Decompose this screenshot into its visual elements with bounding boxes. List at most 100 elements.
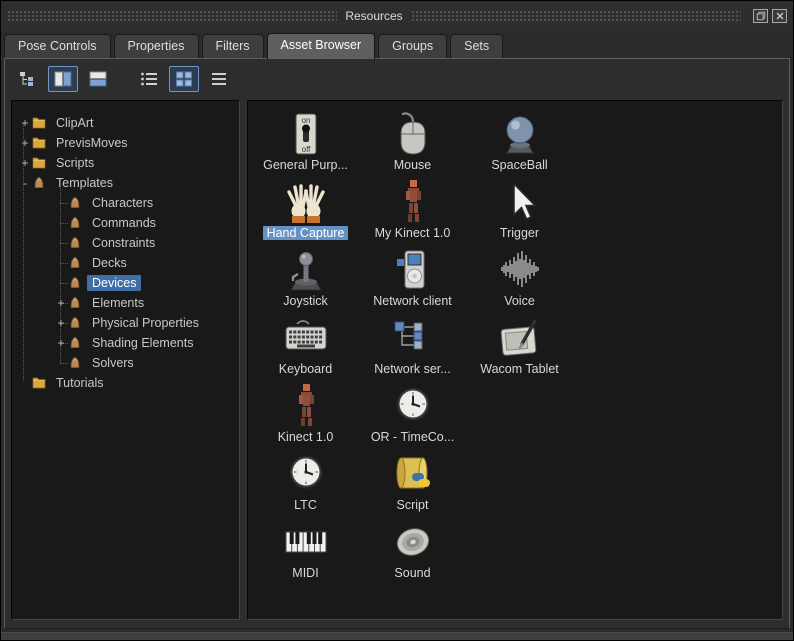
expand-icon[interactable]: + [18, 156, 32, 170]
asset-trigger[interactable]: Trigger [466, 177, 573, 245]
tab-pose-controls[interactable]: Pose Controls [4, 34, 111, 58]
expand-icon[interactable]: + [54, 336, 68, 350]
switch-icon: on off [283, 109, 329, 157]
asset-midi[interactable]: MIDI [252, 517, 359, 585]
asset-label: Network ser... [374, 362, 451, 376]
tree-item-elements[interactable]: + Elements [14, 293, 237, 313]
asset-joystick[interactable]: Joystick [252, 245, 359, 313]
float-window-button[interactable] [753, 9, 769, 23]
tree-item-scripts[interactable]: + Scripts [14, 153, 237, 173]
tree-item-constraints[interactable]: Constraints [14, 233, 237, 253]
clock-icon [390, 381, 436, 429]
tree-children-group: Characters Commands Constraints Decks Device… [14, 185, 237, 373]
tree-item-clipart[interactable]: + ClipArt [14, 113, 237, 133]
tab-groups[interactable]: Groups [378, 34, 448, 58]
template-asset-icon [68, 256, 83, 270]
asset-label: Network client [373, 294, 452, 308]
tree-view-icon [20, 72, 33, 86]
clock-icon [283, 449, 329, 497]
tree-view-button[interactable] [13, 66, 43, 92]
tab-properties[interactable]: Properties [113, 34, 199, 58]
tree-item-shading-elements[interactable]: + Shading Elements [14, 333, 237, 353]
split-vertical-view-button[interactable] [48, 66, 78, 92]
tree-item-characters[interactable]: Characters [14, 193, 237, 213]
tree-item-label: Solvers [92, 356, 134, 370]
tree-item-label: Physical Properties [92, 316, 199, 330]
split-horizontal-view-button[interactable] [83, 66, 113, 92]
asset-label: My Kinect 1.0 [374, 226, 451, 240]
tree-item-label: Tutorials [56, 376, 104, 390]
collapse-icon[interactable]: - [18, 176, 32, 190]
tree-item-label: Commands [92, 216, 156, 230]
asset-my-kinect-1-0[interactable]: My Kinect 1.0 [359, 177, 466, 245]
asset-sound[interactable]: Sound [359, 517, 466, 585]
asset-or-timeco[interactable]: OR - TimeCo... [359, 381, 466, 449]
asset-label: Kinect 1.0 [277, 430, 334, 444]
asset-label: Trigger [499, 226, 540, 240]
speaker-icon [390, 517, 436, 565]
asset-label: Sound [394, 566, 431, 580]
list-view-button[interactable] [134, 66, 164, 92]
asset-network-client[interactable]: Network client [359, 245, 466, 313]
template-asset-icon [68, 216, 83, 230]
asset-grid: on off General Purp... Mouse SpaceBall Hand C… [252, 109, 778, 585]
tree-item-solvers[interactable]: Solvers [14, 353, 237, 373]
titlebar[interactable]: Resources [1, 1, 793, 31]
asset-label: Keyboard [278, 362, 333, 376]
expand-icon[interactable]: + [54, 316, 68, 330]
close-button[interactable] [772, 9, 788, 23]
asset-ltc[interactable]: LTC [252, 449, 359, 517]
tab-filters[interactable]: Filters [201, 34, 264, 58]
tree-item-label: Constraints [92, 236, 156, 250]
asset-label: Mouse [393, 158, 432, 172]
icon-view-button[interactable] [169, 66, 199, 92]
asset-spaceball[interactable]: SpaceBall [466, 109, 573, 177]
template-asset-icon [68, 296, 83, 310]
tree-item-label: Shading Elements [92, 336, 194, 350]
list-view-icon [141, 72, 157, 86]
media-player-icon [390, 245, 436, 293]
asset-general-purp[interactable]: on off General Purp... [252, 109, 359, 177]
asset-keyboard[interactable]: Keyboard [252, 313, 359, 381]
tab-sets[interactable]: Sets [450, 34, 504, 58]
asset-hand-capture[interactable]: Hand Capture [252, 177, 359, 245]
browser-panels: + ClipArt + PrevisMoves + Scripts - Templates Ch… [5, 98, 789, 628]
detail-view-button[interactable] [204, 66, 234, 92]
asset-script[interactable]: Script [359, 449, 466, 517]
tree-item-templates[interactable]: - Templates [14, 173, 237, 193]
tree-item-commands[interactable]: Commands [14, 213, 237, 233]
tree-item-tutorials[interactable]: Tutorials [14, 373, 237, 393]
tree-item-devices[interactable]: Devices [14, 273, 237, 293]
asset-voice[interactable]: Voice [466, 245, 573, 313]
template-asset-icon [68, 276, 83, 290]
tab-asset-browser[interactable]: Asset Browser [266, 33, 376, 59]
window-title: Resources [345, 9, 403, 23]
folder-icon [32, 156, 47, 170]
tree-item-label: Characters [92, 196, 154, 210]
split-horizontal-icon [89, 71, 107, 87]
expand-icon[interactable]: + [18, 136, 32, 150]
titlebar-grip-texture [7, 10, 338, 22]
asset-mouse[interactable]: Mouse [359, 109, 466, 177]
template-asset-icon [68, 236, 83, 250]
expand-icon[interactable]: + [18, 116, 32, 130]
kinect-icon [390, 177, 436, 225]
asset-label: OR - TimeCo... [370, 430, 455, 444]
asset-browser-panel: + ClipArt + PrevisMoves + Scripts - Templates Ch… [4, 58, 790, 629]
asset-label: MIDI [292, 566, 319, 580]
asset-label: Voice [504, 294, 535, 308]
folder-tree[interactable]: + ClipArt + PrevisMoves + Scripts - Templates Ch… [11, 100, 240, 620]
asset-label: General Purp... [263, 158, 348, 172]
expand-icon[interactable]: + [54, 296, 68, 310]
view-toolbar [5, 59, 789, 98]
svg-text:off: off [301, 145, 311, 154]
asset-network-ser[interactable]: Network ser... [359, 313, 466, 381]
tree-item-physical-properties[interactable]: + Physical Properties [14, 313, 237, 333]
asset-kinect-1-0[interactable]: Kinect 1.0 [252, 381, 359, 449]
asset-grid-panel[interactable]: on off General Purp... Mouse SpaceBall Hand C… [247, 100, 783, 620]
asset-label: Wacom Tablet [480, 362, 559, 376]
tree-item-decks[interactable]: Decks [14, 253, 237, 273]
asset-wacom-tablet[interactable]: Wacom Tablet [466, 313, 573, 381]
tree-item-prevismoves[interactable]: + PrevisMoves [14, 133, 237, 153]
mouse-icon [390, 109, 436, 157]
